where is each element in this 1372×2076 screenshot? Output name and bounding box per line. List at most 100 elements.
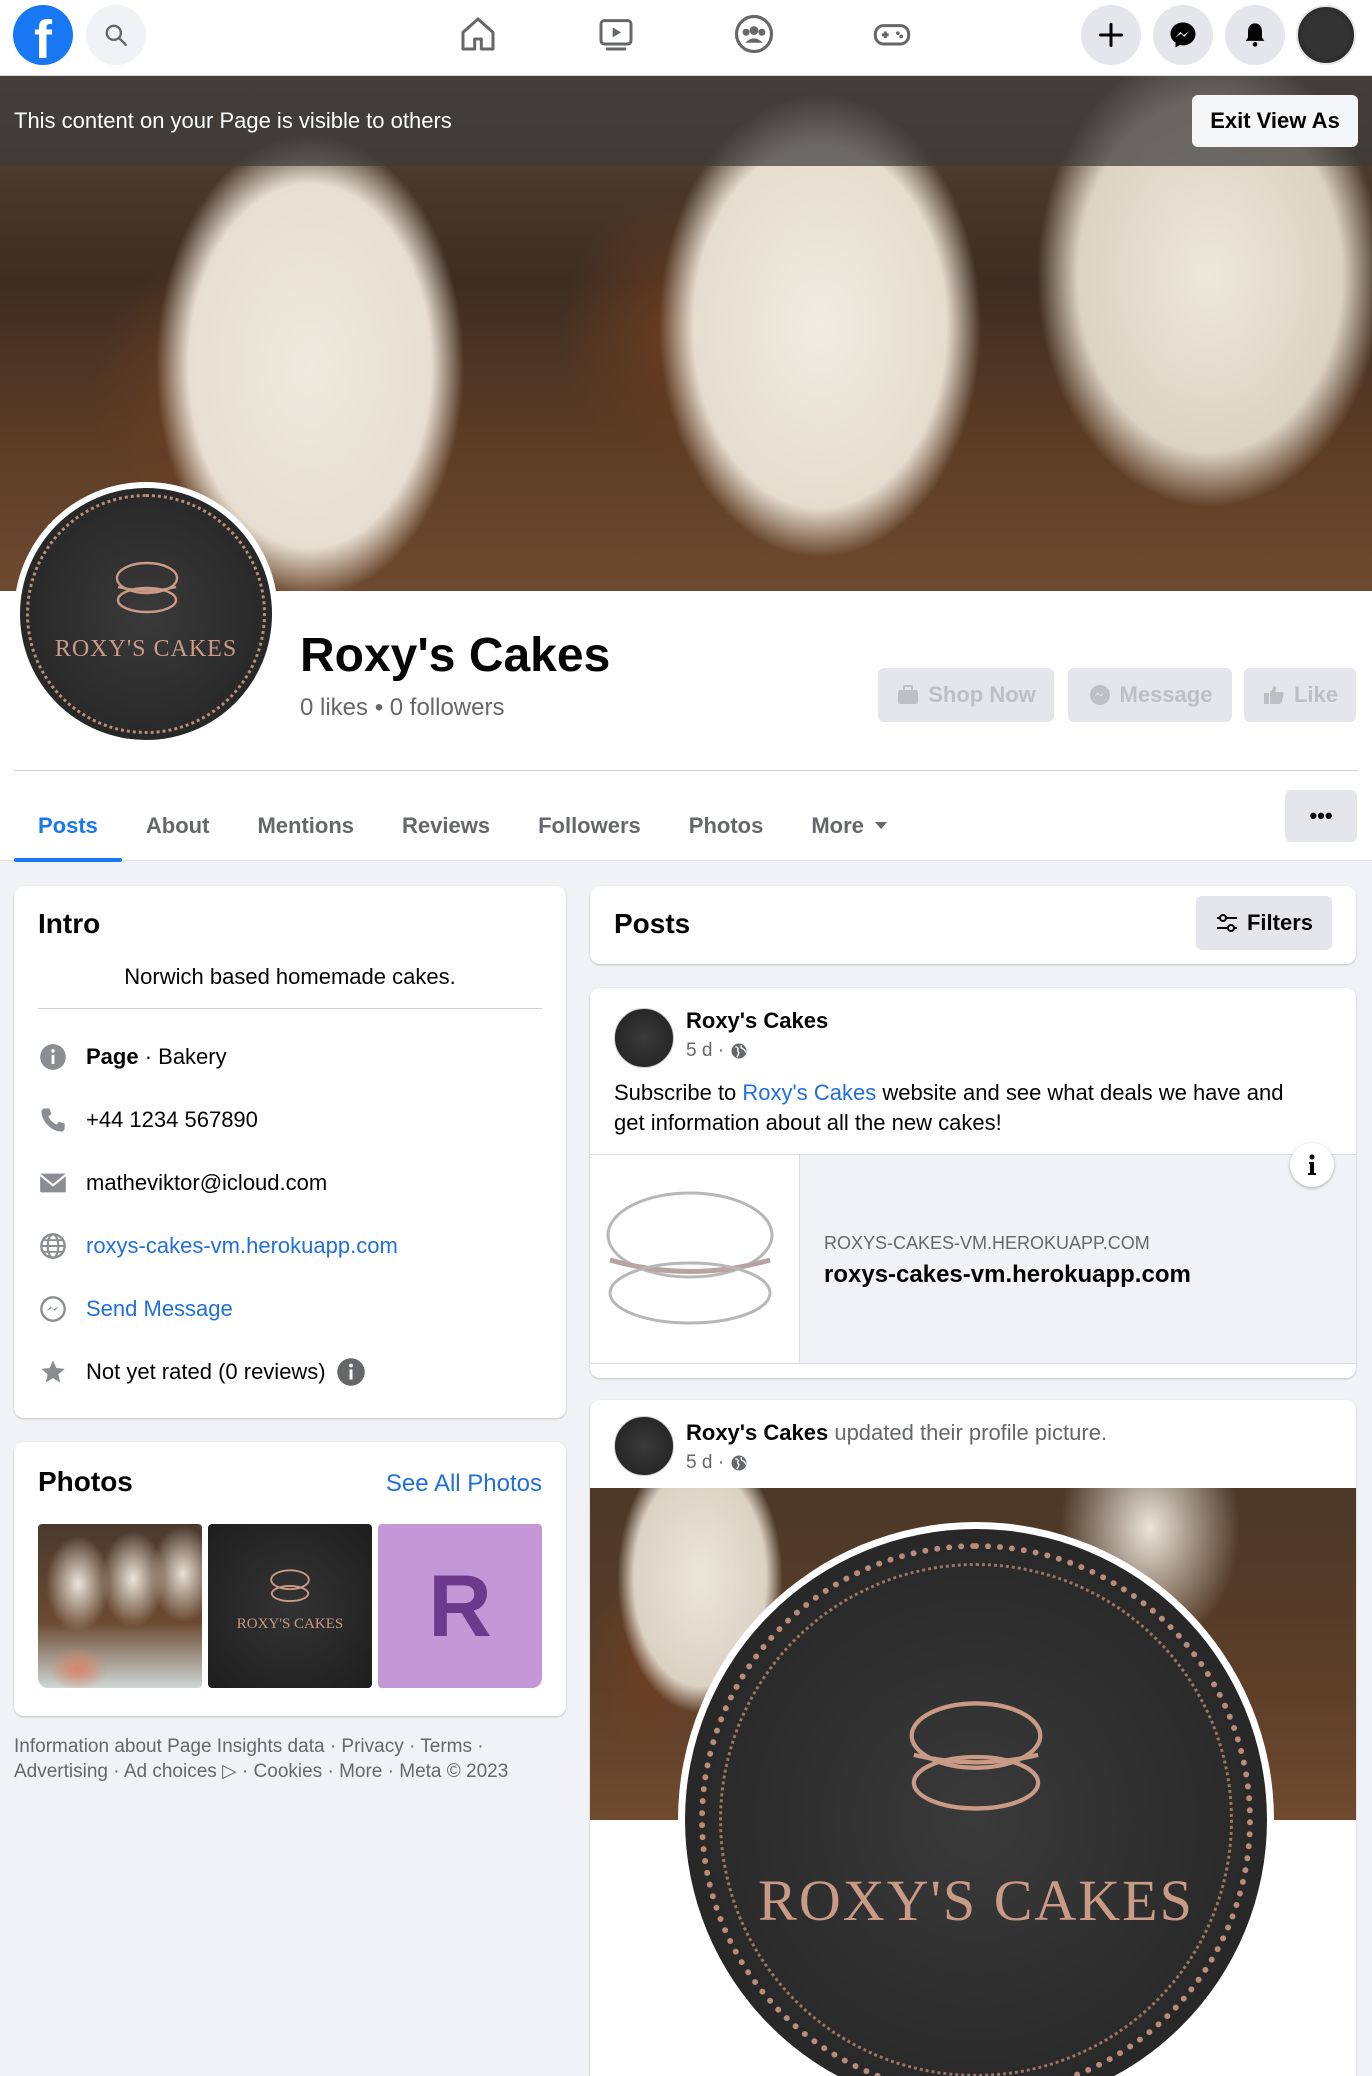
- info-icon: [40, 1044, 66, 1070]
- envelope-icon: [39, 1173, 67, 1193]
- post-author-name[interactable]: Roxy's Cakes: [686, 1008, 828, 1034]
- macaron-icon: [909, 1701, 1043, 1811]
- view-as-text: This content on your Page is visible to …: [14, 108, 452, 133]
- posts-title: Posts: [614, 908, 691, 939]
- post-page-mention[interactable]: Roxy's Cakes: [742, 1080, 876, 1105]
- messenger-icon: [1170, 22, 1196, 48]
- post-time-text: 5 d ·: [686, 1452, 725, 1473]
- like-button[interactable]: Like: [1244, 668, 1356, 722]
- page-title: Roxy's Cakes: [300, 629, 611, 682]
- post-author-avatar[interactable]: [614, 1008, 674, 1068]
- filters-label: Filters: [1246, 910, 1314, 935]
- photo-thumbnail-macarons[interactable]: [38, 1524, 202, 1688]
- info-icon[interactable]: [336, 1357, 366, 1387]
- message-label: Message: [1119, 682, 1213, 707]
- post-text-line2: get information about all the new cakes!: [614, 1110, 1002, 1135]
- intro-rating: Not yet rated (0 reviews): [38, 1357, 366, 1387]
- shop-now-label: Shop Now: [928, 682, 1036, 707]
- post-timestamp[interactable]: 5 d ·: [686, 1452, 748, 1474]
- category-value: · Bakery: [138, 1044, 227, 1069]
- send-message-link[interactable]: Send Message: [86, 1296, 233, 1322]
- post-author-name[interactable]: Roxy's Cakes: [686, 1420, 828, 1445]
- globe-icon: [731, 1455, 747, 1471]
- search-button[interactable]: [86, 5, 146, 65]
- tab-more[interactable]: More: [787, 790, 912, 862]
- post-text-end: website and see what deals we have and: [876, 1080, 1284, 1105]
- header-divider: [14, 770, 1358, 771]
- intro-send-message: Send Message: [38, 1294, 233, 1324]
- exit-view-as-button[interactable]: Exit View As: [1192, 95, 1358, 147]
- tab-posts[interactable]: Posts: [14, 790, 122, 862]
- intro-bio: Norwich based homemade cakes.: [124, 964, 456, 989]
- post-card-profile-update: Roxy's Cakes updated their profile pictu…: [590, 1400, 1356, 2076]
- watch-nav[interactable]: [588, 10, 644, 58]
- filters-button[interactable]: Filters: [1196, 896, 1332, 950]
- messenger-icon: [1089, 685, 1110, 705]
- link-info-button[interactable]: [1290, 1143, 1334, 1187]
- star-icon: [41, 1360, 65, 1383]
- post-card-link: Roxy's Cakes 5 d · Subscribe to Roxy's C…: [590, 988, 1356, 1378]
- link-preview[interactable]: ROXYS-CAKES-VM.HEROKUAPP.COM roxys-cakes…: [590, 1143, 1356, 1364]
- message-button[interactable]: Message: [1068, 668, 1232, 722]
- facebook-logo[interactable]: f: [13, 5, 73, 65]
- page-stats: 0 likes • 0 followers: [300, 694, 505, 721]
- page-options-button[interactable]: •••: [1285, 790, 1357, 842]
- link-preview-image: [590, 1155, 800, 1363]
- bell-icon: [1245, 23, 1265, 47]
- photos-title: Photos: [38, 1466, 133, 1497]
- view-as-banner: This content on your Page is visible to …: [0, 76, 1372, 166]
- macaron-icon: [115, 561, 179, 614]
- gaming-nav[interactable]: [864, 10, 920, 58]
- gaming-icon: [873, 24, 911, 46]
- post-text: Subscribe to Roxy's Cakes website and se…: [614, 1078, 1334, 1138]
- notifications-button[interactable]: [1225, 5, 1285, 65]
- account-avatar[interactable]: [1296, 5, 1356, 65]
- email-address: matheviktor@icloud.com: [86, 1170, 328, 1195]
- website-link[interactable]: roxys-cakes-vm.herokuapp.com: [86, 1233, 398, 1259]
- globe-icon: [731, 1043, 747, 1059]
- intro-card: Intro Norwich based homemade cakes. Page…: [14, 886, 566, 1418]
- post-timestamp[interactable]: 5 d ·: [686, 1040, 748, 1062]
- thumbnail-logo-text: ROXY'S CAKES: [236, 1616, 344, 1632]
- phone-number: +44 1234 567890: [86, 1107, 258, 1132]
- tab-photos[interactable]: Photos: [665, 790, 788, 862]
- see-all-photos-link[interactable]: See All Photos: [386, 1470, 542, 1498]
- link-domain: ROXYS-CAKES-VM.HEROKUAPP.COM: [824, 1233, 1150, 1253]
- rating-text: Not yet rated (0 reviews): [86, 1359, 326, 1384]
- caret-down-icon: [874, 822, 887, 829]
- plus-icon: [1098, 22, 1124, 48]
- home-nav[interactable]: [450, 10, 506, 58]
- macaron-sketch-icon: [606, 1191, 774, 1325]
- sliders-icon: [1216, 914, 1237, 932]
- intro-category: Page · Bakery: [38, 1042, 227, 1072]
- category-label: Page: [86, 1044, 139, 1069]
- search-icon: [105, 24, 127, 46]
- phone-icon: [41, 1108, 65, 1132]
- groups-icon: [734, 14, 774, 54]
- tab-mentions[interactable]: Mentions: [233, 790, 378, 862]
- home-icon: [461, 17, 495, 51]
- post-time-text: 5 d ·: [686, 1040, 725, 1061]
- like-label: Like: [1293, 682, 1339, 707]
- intro-phone: +44 1234 567890: [38, 1105, 258, 1135]
- tab-followers[interactable]: Followers: [514, 790, 665, 862]
- shop-now-button[interactable]: Shop Now: [878, 668, 1054, 722]
- create-button[interactable]: [1081, 5, 1141, 65]
- footer-line-1[interactable]: Information about Page Insights data · P…: [14, 1734, 574, 1759]
- groups-nav[interactable]: [726, 10, 782, 58]
- page-tabs: Posts About Mentions Reviews Followers P…: [14, 790, 912, 862]
- globe-icon: [40, 1233, 66, 1259]
- info-icon: [1308, 1154, 1316, 1175]
- post-author-avatar[interactable]: [614, 1416, 674, 1476]
- profile-update-logo-text: ROXY'S CAKES: [758, 1868, 1194, 1933]
- tab-reviews[interactable]: Reviews: [378, 790, 514, 862]
- messenger-button[interactable]: [1153, 5, 1213, 65]
- footer-line-2[interactable]: Advertising · Ad choices ▷ · Cookies · M…: [14, 1759, 574, 1784]
- post-text-start: Subscribe to: [614, 1080, 743, 1105]
- photo-thumbnail-letter[interactable]: R: [378, 1524, 542, 1688]
- intro-email: matheviktor@icloud.com: [38, 1168, 327, 1198]
- tab-about[interactable]: About: [122, 790, 234, 862]
- photo-thumbnail-logo[interactable]: ROXY'S CAKES: [208, 1524, 372, 1688]
- profile-picture[interactable]: ROXY'S CAKES: [14, 482, 278, 746]
- thumbs-up-icon: [1263, 686, 1284, 704]
